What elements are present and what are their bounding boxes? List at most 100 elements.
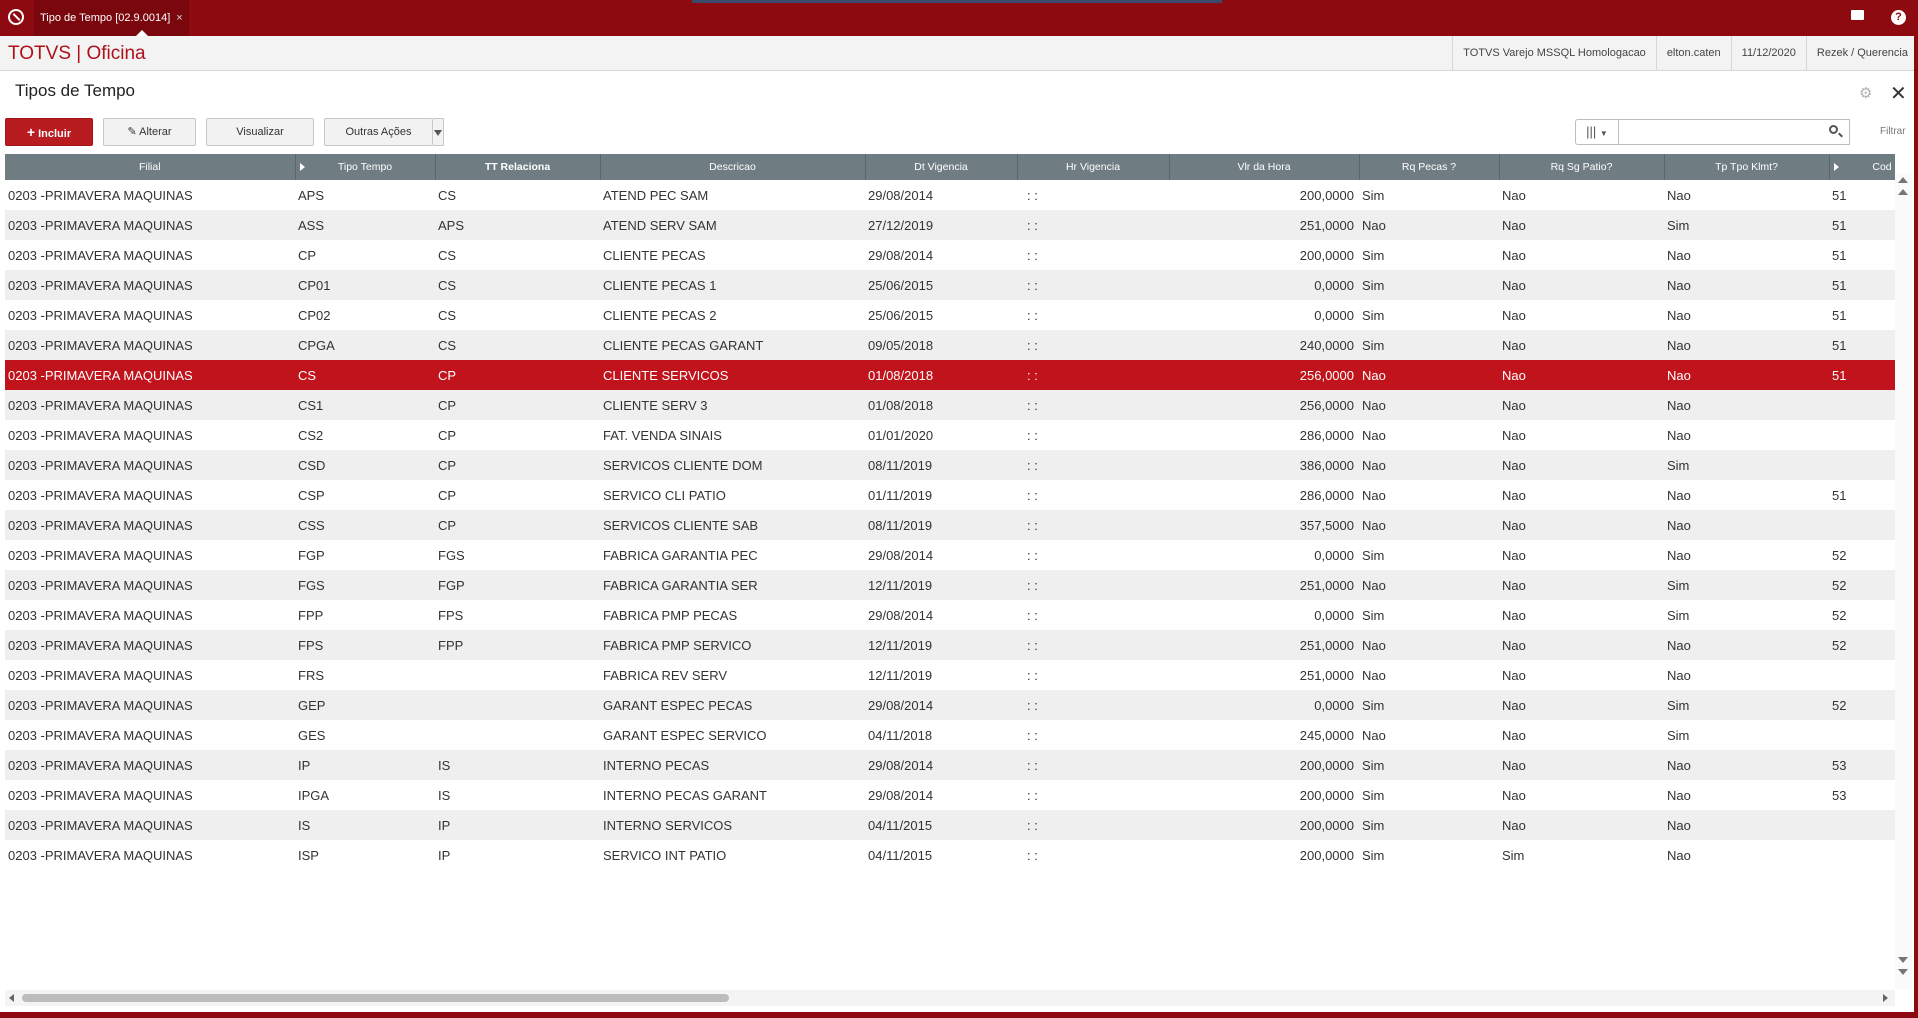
tab-tipo-de-tempo[interactable]: Tipo de Tempo [02.9.0014] × [34, 0, 189, 36]
table-row[interactable]: 0203 -PRIMAVERA MAQUINAS CP02 CS CLIENTE PE… [5, 300, 1895, 330]
table-row[interactable]: 0203 -PRIMAVERA MAQUINAS FPS FPP FABRICA PM… [5, 630, 1895, 660]
table-row[interactable]: 0203 -PRIMAVERA MAQUINAS CS1 CP CLIENTE SER… [5, 390, 1895, 420]
cell-vlr-da-hora: 0,0000 [1314, 607, 1354, 623]
cell-rq-pecas: Nao [1362, 637, 1386, 653]
col-header-hr-vigencia[interactable]: Hr Vigencia [1017, 154, 1170, 180]
cell-tt-relaciona: CS [438, 247, 457, 263]
visualizar-button[interactable]: Visualizar [206, 118, 314, 146]
cell-rq-pecas: Nao [1362, 487, 1386, 503]
cell-tt-relaciona: CP [438, 427, 457, 443]
cell-rq-sg-patio: Nao [1502, 457, 1526, 473]
cell-filial: 0203 -PRIMAVERA MAQUINAS [8, 247, 193, 263]
close-icon[interactable]: ✕ [1890, 81, 1907, 106]
cell-tipo-tempo: IS [298, 817, 311, 833]
col-header-tt-relaciona[interactable]: TT Relaciona [435, 154, 601, 180]
cell-vlr-da-hora: 0,0000 [1314, 307, 1354, 323]
table-row[interactable]: 0203 -PRIMAVERA MAQUINAS IS IP INTERNO SERV… [5, 810, 1895, 840]
help-icon[interactable]: ? [1891, 10, 1906, 25]
cell-tipo-tempo: APS [298, 187, 325, 203]
cell-dt-vigencia: 25/06/2015 [868, 277, 934, 293]
col-header-dt-vigencia[interactable]: Dt Vigencia [865, 154, 1018, 180]
table-row[interactable]: 0203 -PRIMAVERA MAQUINAS CP01 CS CLIENTE PE… [5, 270, 1895, 300]
table-row[interactable]: 0203 -PRIMAVERA MAQUINAS FGS FGP FABRICA GA… [5, 570, 1895, 600]
cell-filial: 0203 -PRIMAVERA MAQUINAS [8, 457, 193, 473]
col-header-filial[interactable]: Filial [5, 154, 296, 180]
table-row[interactable]: 0203 -PRIMAVERA MAQUINAS CS CP CLIENTE SERV… [5, 360, 1895, 390]
horizontal-scrollbar[interactable] [5, 990, 1895, 1006]
outras-acoes-dropdown-icon[interactable] [433, 118, 444, 146]
col-header-tp-tpo-klmt[interactable]: Tp Tpo Klmt? [1664, 154, 1830, 180]
vertical-scrollbar[interactable] [1895, 173, 1913, 989]
table-row[interactable]: 0203 -PRIMAVERA MAQUINAS IPGA IS INTERNO PE… [5, 780, 1895, 810]
scroll-right-icon[interactable] [1883, 994, 1888, 1002]
search-icon[interactable] [1829, 125, 1838, 134]
table-row[interactable]: 0203 -PRIMAVERA MAQUINAS GEP GARANT ESPEC … [5, 690, 1895, 720]
cell-dt-vigencia: 04/11/2015 [868, 817, 933, 833]
col-header-rq-sg-patio[interactable]: Rq Sg Patio? [1499, 154, 1665, 180]
table-row[interactable]: 0203 -PRIMAVERA MAQUINAS GES GARANT ESPEC … [5, 720, 1895, 750]
cell-dt-vigencia: 01/08/2018 [868, 367, 934, 383]
cell-filial: 0203 -PRIMAVERA MAQUINAS [8, 637, 193, 653]
cell-descricao: SERVICOS CLIENTE DOM [603, 457, 763, 473]
table-row[interactable]: 0203 -PRIMAVERA MAQUINAS CSP CP SERVICO CLI… [5, 480, 1895, 510]
table-row[interactable]: 0203 -PRIMAVERA MAQUINAS APS CS ATEND PEC S… [5, 180, 1895, 210]
scroll-top-icon[interactable] [1898, 177, 1908, 183]
table-row[interactable]: 0203 -PRIMAVERA MAQUINAS IP IS INTERNO PECA… [5, 750, 1895, 780]
cell-dt-vigencia: 29/08/2014 [868, 757, 934, 773]
alterar-button[interactable]: ✎ Alterar [103, 118, 196, 146]
cell-rq-pecas: Nao [1362, 367, 1386, 383]
table-row[interactable]: 0203 -PRIMAVERA MAQUINAS CSS CP SERVICOS CL… [5, 510, 1895, 540]
table-row[interactable]: 0203 -PRIMAVERA MAQUINAS FRS FABRICA REV S… [5, 660, 1895, 690]
cell-tt-relaciona: FPS [438, 607, 464, 623]
col-header-cod[interactable]: Cod [1829, 154, 1895, 180]
tab-close-icon[interactable]: × [176, 12, 182, 24]
cell-cod: 52 [1832, 607, 1847, 623]
alterar-label: Alterar [139, 126, 172, 138]
cell-descricao: FABRICA PMP PECAS [603, 607, 738, 623]
gear-icon[interactable]: ⚙ [1859, 84, 1872, 102]
cell-vlr-da-hora: 200,0000 [1299, 817, 1354, 833]
window-frame-right [1914, 36, 1918, 1018]
cell-tt-relaciona [435, 720, 600, 750]
incluir-button[interactable]: + Incluir [5, 118, 93, 146]
table-row[interactable]: 0203 -PRIMAVERA MAQUINAS FGP FGS FABRICA GA… [5, 540, 1895, 570]
table-row[interactable]: 0203 -PRIMAVERA MAQUINAS CS2 CP FAT. VENDA … [5, 420, 1895, 450]
column-selector-button[interactable]: ||| ▼ [1575, 119, 1619, 145]
table-row[interactable]: 0203 -PRIMAVERA MAQUINAS ISP IP SERVICO INT… [5, 840, 1895, 870]
environment-label: TOTVS Varejo MSSQL Homologacao [1452, 36, 1656, 70]
cell-rq-sg-patio: Nao [1502, 187, 1526, 203]
table-row[interactable]: 0203 -PRIMAVERA MAQUINAS CSD CP SERVICOS CL… [5, 450, 1895, 480]
branch-label: Rezek / Querencia [1805, 36, 1918, 70]
cell-cod [1829, 450, 1895, 480]
scroll-left-icon[interactable] [9, 994, 14, 1002]
cell-tp-tpo-klmt: Nao [1667, 307, 1691, 323]
col-header-cod-label: Cod [1872, 161, 1892, 173]
data-grid: Filial Tipo Tempo TT Relaciona Descricao… [5, 154, 1895, 990]
table-row[interactable]: 0203 -PRIMAVERA MAQUINAS FPP FPS FABRICA PM… [5, 600, 1895, 630]
outras-acoes-button[interactable]: Outras Ações [324, 118, 433, 146]
mail-icon[interactable] [1851, 10, 1864, 20]
scroll-up-icon[interactable] [1898, 189, 1908, 195]
search-input[interactable] [1619, 119, 1850, 145]
scroll-down-icon[interactable] [1898, 957, 1908, 963]
table-row[interactable]: 0203 -PRIMAVERA MAQUINAS CPGA CS CLIENTE PE… [5, 330, 1895, 360]
cell-descricao: CLIENTE PECAS [603, 247, 706, 263]
cell-tp-tpo-klmt: Nao [1667, 817, 1691, 833]
cell-tipo-tempo: IP [298, 757, 311, 773]
cell-cod: 53 [1832, 757, 1847, 773]
cell-filial: 0203 -PRIMAVERA MAQUINAS [8, 727, 193, 743]
col-header-tipo-tempo[interactable]: Tipo Tempo [295, 154, 436, 180]
cell-dt-vigencia: 29/08/2014 [868, 247, 934, 263]
col-header-descricao[interactable]: Descricao [600, 154, 866, 180]
cell-rq-sg-patio: Nao [1502, 787, 1526, 803]
table-row[interactable]: 0203 -PRIMAVERA MAQUINAS CP CS CLIENTE PECA… [5, 240, 1895, 270]
col-header-vlr-da-hora[interactable]: Vlr da Hora [1169, 154, 1360, 180]
horizontal-scroll-thumb[interactable] [22, 994, 729, 1002]
scroll-bottom-icon[interactable] [1898, 969, 1908, 975]
cell-tt-relaciona: CP [438, 517, 457, 533]
cell-hr-vigencia: : : [1027, 847, 1038, 863]
totvs-logo-icon[interactable] [8, 9, 24, 25]
filtrar-link[interactable]: Filtrar [1880, 126, 1906, 137]
table-row[interactable]: 0203 -PRIMAVERA MAQUINAS ASS APS ATEND SERV… [5, 210, 1895, 240]
col-header-rq-pecas[interactable]: Rq Pecas ? [1359, 154, 1500, 180]
